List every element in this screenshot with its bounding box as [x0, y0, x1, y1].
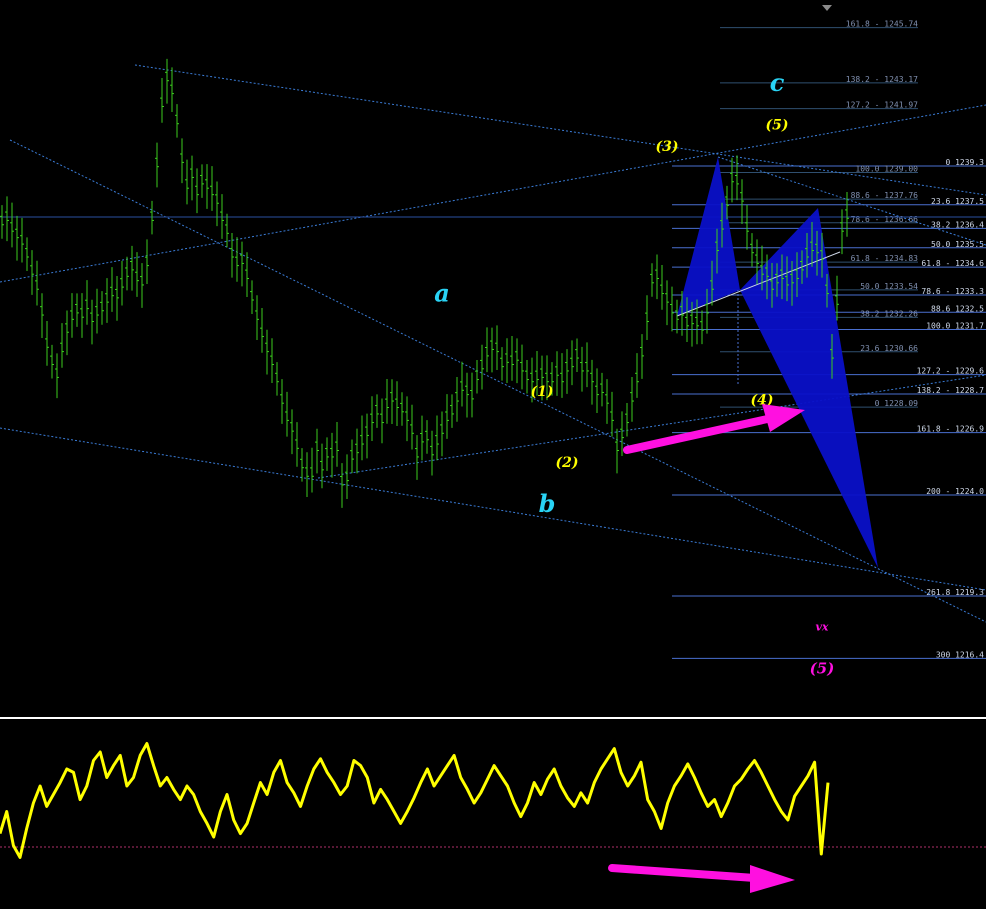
fib-level-label-mid: 88.6 - 1237.76	[851, 191, 919, 200]
fib-level-label-right: 261.8 1219.3	[926, 588, 984, 597]
fib-level-label-mid: 100.0 1239.00	[855, 165, 918, 174]
fib-level-label-right: 100.0 1231.7	[926, 321, 984, 330]
abc-label: c	[770, 68, 785, 97]
fib-level-label-right: 161.8 - 1226.9	[917, 425, 985, 434]
abc-label: b	[539, 489, 556, 518]
fib-level-label-right: 88.6 1232.5	[931, 304, 984, 313]
abc-label: a	[434, 279, 450, 308]
wave-label: (3)	[656, 139, 679, 155]
fib-level-label-right: 127.2 - 1229.6	[917, 367, 985, 376]
price-chart[interactable]: 0 1239.3 23.6 1237.5 38.2 1236.4 50.0 1235.…	[0, 0, 986, 909]
fib-level-label-mid: 127.2 - 1241.97	[846, 101, 918, 110]
fib-level-label-mid: 138.2 - 1243.17	[846, 75, 918, 84]
fib-level-label-right: 61.8 - 1234.6	[921, 259, 984, 268]
projection-label: (5)	[810, 659, 835, 677]
wave-label: (5)	[766, 118, 789, 134]
fib-level-label-right: 300 1216.4	[936, 650, 984, 659]
fib-level-label-mid: 161.8 - 1245.74	[846, 20, 918, 29]
fib-level-label-right: 200 - 1224.0	[926, 487, 984, 496]
fib-level-label-right: 38.2 1236.4	[931, 220, 984, 229]
fib-level-label-right: 23.6 1237.5	[931, 197, 984, 206]
fib-level-label-mid: 50.0 1233.54	[860, 282, 918, 291]
fib-level-label-mid: 61.8 - 1234.83	[851, 254, 919, 263]
fib-level-label-mid: 38.2 1232.26	[860, 309, 918, 318]
fib-level-label-right: 78.6 - 1233.3	[921, 287, 984, 296]
projection-label: vx	[816, 620, 829, 633]
fib-level-label-right: 50.0 1235.5	[931, 240, 984, 249]
fib-level-label-mid: 23.6 1230.66	[860, 344, 918, 353]
wave-label: (2)	[556, 455, 579, 471]
fib-level-label-mid: 0 1228.09	[875, 399, 919, 408]
fib-level-label-right: 138.2 - 1228.7	[917, 386, 985, 395]
fib-level-label-right: 0 1239.3	[945, 158, 984, 167]
wave-label: (1)	[531, 384, 554, 400]
fib-level-label-mid: 78.6 - 1236.66	[851, 215, 919, 224]
